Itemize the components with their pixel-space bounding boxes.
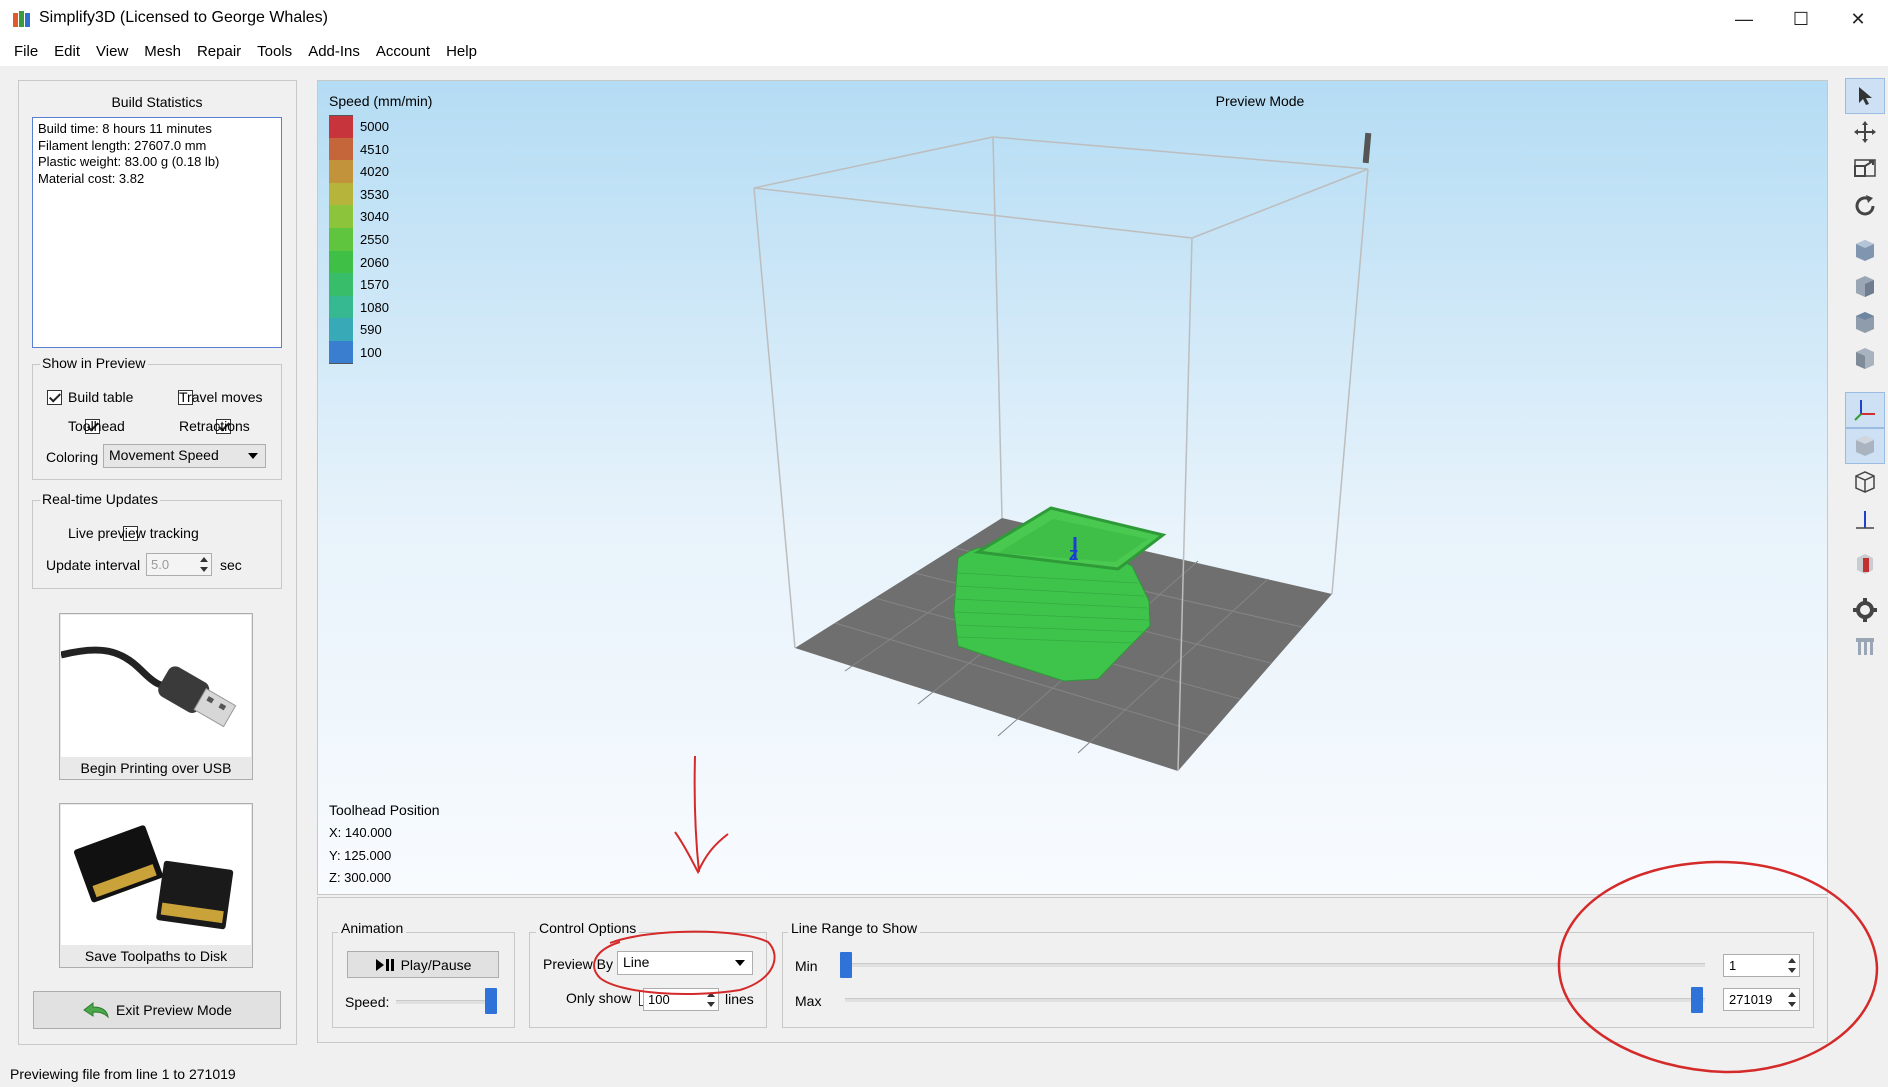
3d-preview-viewport[interactable]: Speed (mm/min) Preview Mode 5000 4510 4020… — [317, 80, 1828, 895]
back-arrow-icon — [83, 1001, 109, 1019]
menu-file[interactable]: File — [6, 38, 46, 66]
sd-card-image — [61, 805, 251, 945]
supports-icon[interactable] — [1845, 628, 1885, 664]
exit-preview-button[interactable]: Exit Preview Mode — [33, 991, 281, 1029]
status-bar: Previewing file from line 1 to 271019 — [10, 1066, 236, 1082]
toolhead-position-title: Toolhead Position — [329, 802, 440, 818]
retractions-label: Retractions — [179, 418, 250, 434]
menu-tools[interactable]: Tools — [249, 38, 300, 66]
chevron-down-icon — [248, 453, 258, 459]
title-bar: Simplify3D (Licensed to George Whales) —… — [0, 0, 1888, 38]
axes-toggle-icon[interactable] — [1845, 392, 1885, 428]
update-interval-label: Update interval — [46, 557, 141, 573]
minimize-button[interactable]: — — [1716, 0, 1772, 38]
usb-image — [60, 615, 251, 757]
menu-mesh[interactable]: Mesh — [136, 38, 189, 66]
menu-bar: File Edit View Mesh Repair Tools Add-Ins… — [0, 38, 1888, 66]
build-statistics-title: Build Statistics — [111, 94, 203, 110]
app-logo-icon — [13, 11, 30, 27]
usb-cable-icon — [60, 646, 237, 728]
min-slider-thumb[interactable] — [840, 952, 852, 978]
menu-edit[interactable]: Edit — [46, 38, 88, 66]
max-label: Max — [795, 993, 822, 1009]
travel-moves-label: Travel moves — [179, 389, 263, 405]
view-front-icon[interactable] — [1845, 268, 1885, 304]
menu-repair[interactable]: Repair — [189, 38, 249, 66]
show-in-preview-title: Show in Preview — [40, 355, 148, 371]
animation-title: Animation — [338, 920, 407, 936]
toolhead-y: Y: 125.000 — [329, 848, 392, 863]
rotate-tool-icon[interactable] — [1845, 188, 1885, 224]
annotation-circle — [1557, 860, 1879, 1074]
speed-slider-thumb[interactable] — [485, 988, 497, 1014]
coloring-value: Movement Speed — [109, 447, 219, 463]
play-pause-button[interactable]: Play/Pause — [347, 951, 499, 978]
coloring-select[interactable]: Movement Speed — [103, 444, 266, 468]
gear-icon[interactable] — [1845, 592, 1885, 628]
toolhead-z: Z: 300.000 — [329, 870, 392, 885]
speed-label: Speed: — [345, 994, 390, 1010]
update-interval-input[interactable]: 5.0 — [146, 553, 212, 576]
menu-view[interactable]: View — [88, 38, 136, 66]
z-axis-label: Z — [1069, 547, 1079, 564]
spin-down-icon[interactable] — [706, 1001, 716, 1009]
stat-material-cost: Material cost: 3.82 — [38, 170, 145, 186]
sd-card-icon — [73, 825, 234, 930]
spin-down-icon[interactable] — [199, 566, 209, 574]
coloring-label: Coloring — [46, 449, 99, 465]
exit-preview-label: Exit Preview Mode — [116, 1002, 232, 1018]
toolhead-label: Toolhead — [68, 418, 125, 434]
stat-plastic-weight: Plastic weight: 83.00 g (0.18 lb) — [38, 154, 220, 169]
toolhead-x: X: 140.000 — [329, 825, 392, 840]
spin-up-icon[interactable] — [199, 556, 209, 564]
cross-section-icon[interactable] — [1845, 546, 1885, 582]
wireframe-view-icon[interactable] — [1845, 464, 1885, 500]
stat-filament-length: Filament length: 27607.0 mm — [38, 137, 207, 153]
line-range-title: Line Range to Show — [788, 920, 921, 936]
play-pause-label: Play/Pause — [400, 956, 472, 973]
close-button[interactable]: ✕ — [1830, 0, 1886, 38]
view-top-icon[interactable] — [1845, 304, 1885, 340]
build-statistics-box[interactable]: Build time: 8 hours 11 minutes Filament … — [32, 117, 282, 348]
menu-account[interactable]: Account — [368, 38, 438, 66]
usb-button-label: Begin Printing over USB — [80, 760, 232, 776]
move-tool-icon[interactable] — [1845, 114, 1885, 150]
scene-canvas — [753, 132, 1372, 772]
view-isometric-icon[interactable] — [1845, 232, 1885, 268]
scale-tool-icon[interactable] — [1845, 150, 1885, 186]
update-interval-unit: sec — [220, 557, 242, 573]
speed-slider-track[interactable] — [396, 1000, 496, 1004]
menu-add-ins[interactable]: Add-Ins — [300, 38, 368, 66]
menu-help[interactable]: Help — [438, 38, 485, 66]
normals-icon[interactable] — [1845, 502, 1885, 538]
realtime-updates-title: Real-time Updates — [40, 491, 160, 507]
maximize-button[interactable]: ☐ — [1773, 0, 1829, 38]
min-label: Min — [795, 958, 818, 974]
window-title: Simplify3D (Licensed to George Whales) — [39, 9, 329, 26]
begin-printing-usb-button[interactable]: Begin Printing over USB — [59, 613, 253, 780]
annotation-arrow — [674, 755, 729, 875]
annotation-ellipse — [593, 930, 776, 995]
solid-view-icon[interactable] — [1845, 428, 1885, 464]
build-table-checkbox[interactable] — [47, 390, 62, 405]
live-preview-label: Live preview tracking — [68, 525, 199, 541]
select-tool-icon[interactable] — [1845, 78, 1885, 114]
view-side-icon[interactable] — [1845, 340, 1885, 376]
disk-button-label: Save Toolpaths to Disk — [84, 948, 228, 964]
update-interval-value: 5.0 — [151, 557, 170, 572]
build-table-label: Build table — [68, 389, 134, 405]
stat-build-time: Build time: 8 hours 11 minutes — [38, 121, 212, 136]
play-pause-icon — [375, 958, 394, 971]
save-toolpaths-button[interactable]: Save Toolpaths to Disk — [59, 803, 253, 968]
